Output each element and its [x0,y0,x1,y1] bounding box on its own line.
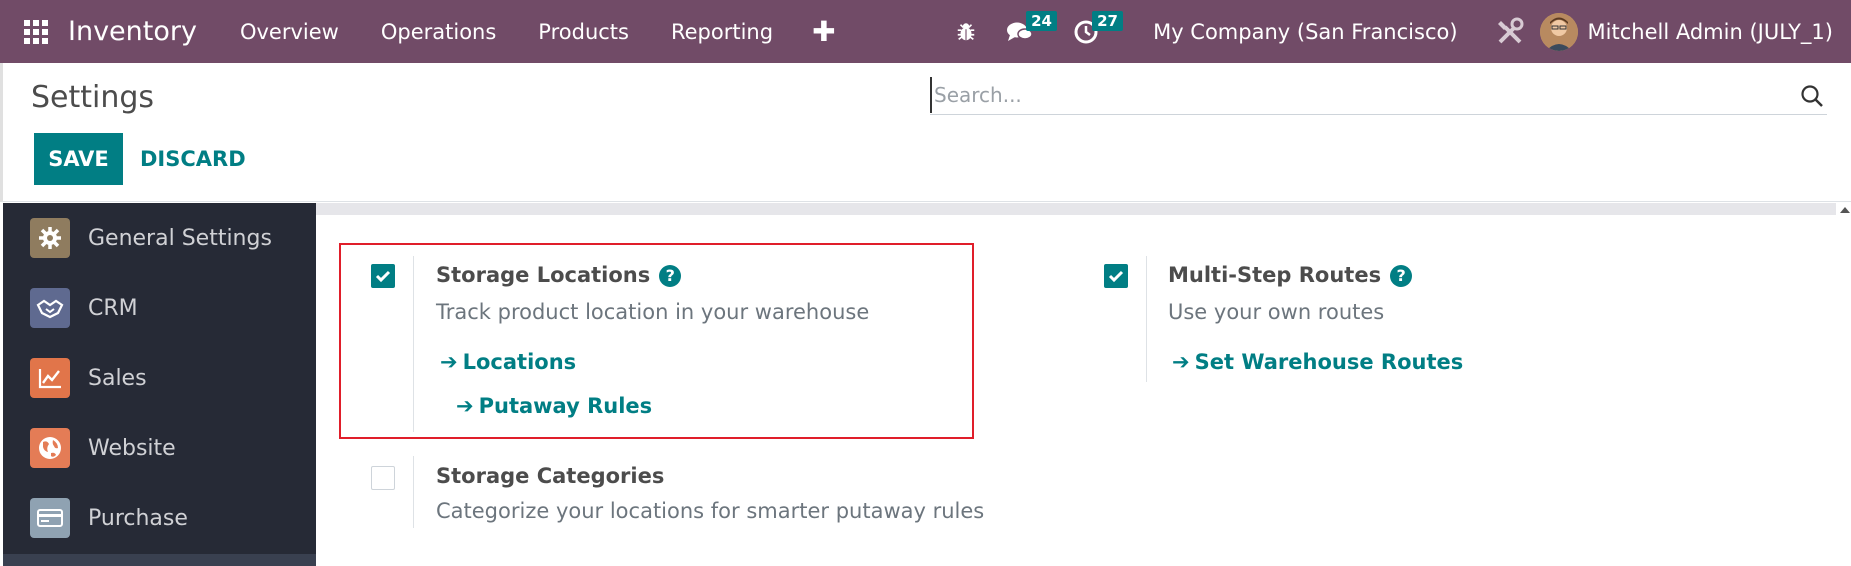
tools-icon[interactable] [1480,0,1540,63]
sidebar-item-label: CRM [88,295,138,321]
navbar-systray: 24 27 My Company (San Francisco) Mitchel… [939,0,1851,63]
sidebar-item-purchase[interactable]: Purchase [3,483,316,553]
discard-button[interactable]: DISCARD [140,133,246,185]
sidebar-item-website[interactable]: Website [3,413,316,483]
set-warehouse-routes-link-label: Set Warehouse Routes [1194,350,1464,374]
sidebar-item-general-settings[interactable]: General Settings [3,203,316,273]
storage-locations-title: Storage Locations? [436,263,682,287]
search-input[interactable] [930,77,1790,113]
putaway-rules-link[interactable]: ➔ Putaway Rules [456,394,652,418]
multi-step-routes-label: Multi-Step Routes [1168,263,1382,287]
storage-categories-title: Storage Categories [436,464,665,488]
putaway-rules-link-label: Putaway Rules [478,394,653,418]
avatar [1539,12,1578,51]
control-panel: Settings SAVE DISCARD [0,63,1851,202]
setting-divider [413,456,414,528]
top-navbar: Inventory Overview Operations Products R… [0,0,1851,63]
arrow-right-icon: ➔ [1172,350,1190,374]
bug-icon[interactable] [939,0,993,63]
sidebar-item-sales[interactable]: Sales [3,343,316,413]
user-name: Mitchell Admin (JULY_1) [1587,19,1833,44]
app-name[interactable]: Inventory [68,16,197,47]
page-title: Settings [31,80,155,115]
user-menu[interactable]: Mitchell Admin (JULY_1) [1539,12,1851,51]
storage-categories-checkbox[interactable] [371,466,395,490]
sidebar-item-crm[interactable]: CRM [3,273,316,343]
menu-reporting[interactable]: Reporting [650,20,794,44]
sidebar-item-label: Sales [88,365,147,391]
handshake-icon [30,288,70,328]
checkmark-icon [375,270,391,283]
chart-line-icon [30,358,70,398]
storage-locations-description: Track product location in your warehouse [436,300,870,324]
settings-sidebar: General Settings CRM Sales Website Purch… [3,203,316,566]
messages-icon[interactable]: 24 [993,0,1057,63]
sidebar-item-label: Purchase [88,505,188,531]
scroll-up-arrow-icon[interactable] [1840,207,1850,213]
locations-link[interactable]: ➔ Locations [440,350,576,374]
multi-step-routes-description: Use your own routes [1168,300,1385,324]
multi-step-routes-title: Multi-Step Routes? [1168,263,1413,287]
scrollbar[interactable] [1836,203,1851,566]
sidebar-item-inventory-partial[interactable] [3,554,316,566]
gear-icon [30,218,70,258]
plus-icon[interactable]: ✚ [794,15,853,48]
search-icon[interactable] [1799,83,1825,109]
menu-operations[interactable]: Operations [360,20,517,44]
menu-products[interactable]: Products [517,20,650,44]
storage-locations-checkbox[interactable] [371,264,395,288]
activities-badge: 27 [1092,11,1123,31]
credit-card-icon [30,498,70,538]
locations-link-label: Locations [462,350,577,374]
clock-icon[interactable]: 27 [1059,0,1123,63]
help-icon[interactable]: ? [659,265,682,287]
storage-categories-description: Categorize your locations for smarter pu… [436,499,985,523]
globe-icon [30,428,70,468]
menu-overview[interactable]: Overview [219,20,360,44]
arrow-right-icon: ➔ [440,350,458,374]
set-warehouse-routes-link[interactable]: ➔ Set Warehouse Routes [1172,350,1463,374]
setting-divider [413,256,414,432]
search-bar [930,77,1827,115]
company-switcher[interactable]: My Company (San Francisco) [1113,20,1479,44]
help-icon[interactable]: ? [1390,265,1413,287]
arrow-right-icon: ➔ [456,394,474,418]
save-button[interactable]: SAVE [34,133,123,185]
section-divider [316,203,1836,215]
apps-grid-icon[interactable] [22,18,50,46]
messages-badge: 24 [1026,11,1057,31]
sidebar-item-label: Website [88,435,176,461]
multi-step-routes-checkbox[interactable] [1104,264,1128,288]
sidebar-item-label: General Settings [88,225,272,251]
setting-divider [1146,256,1147,382]
checkmark-icon [1108,270,1124,283]
storage-locations-label: Storage Locations [436,263,651,287]
